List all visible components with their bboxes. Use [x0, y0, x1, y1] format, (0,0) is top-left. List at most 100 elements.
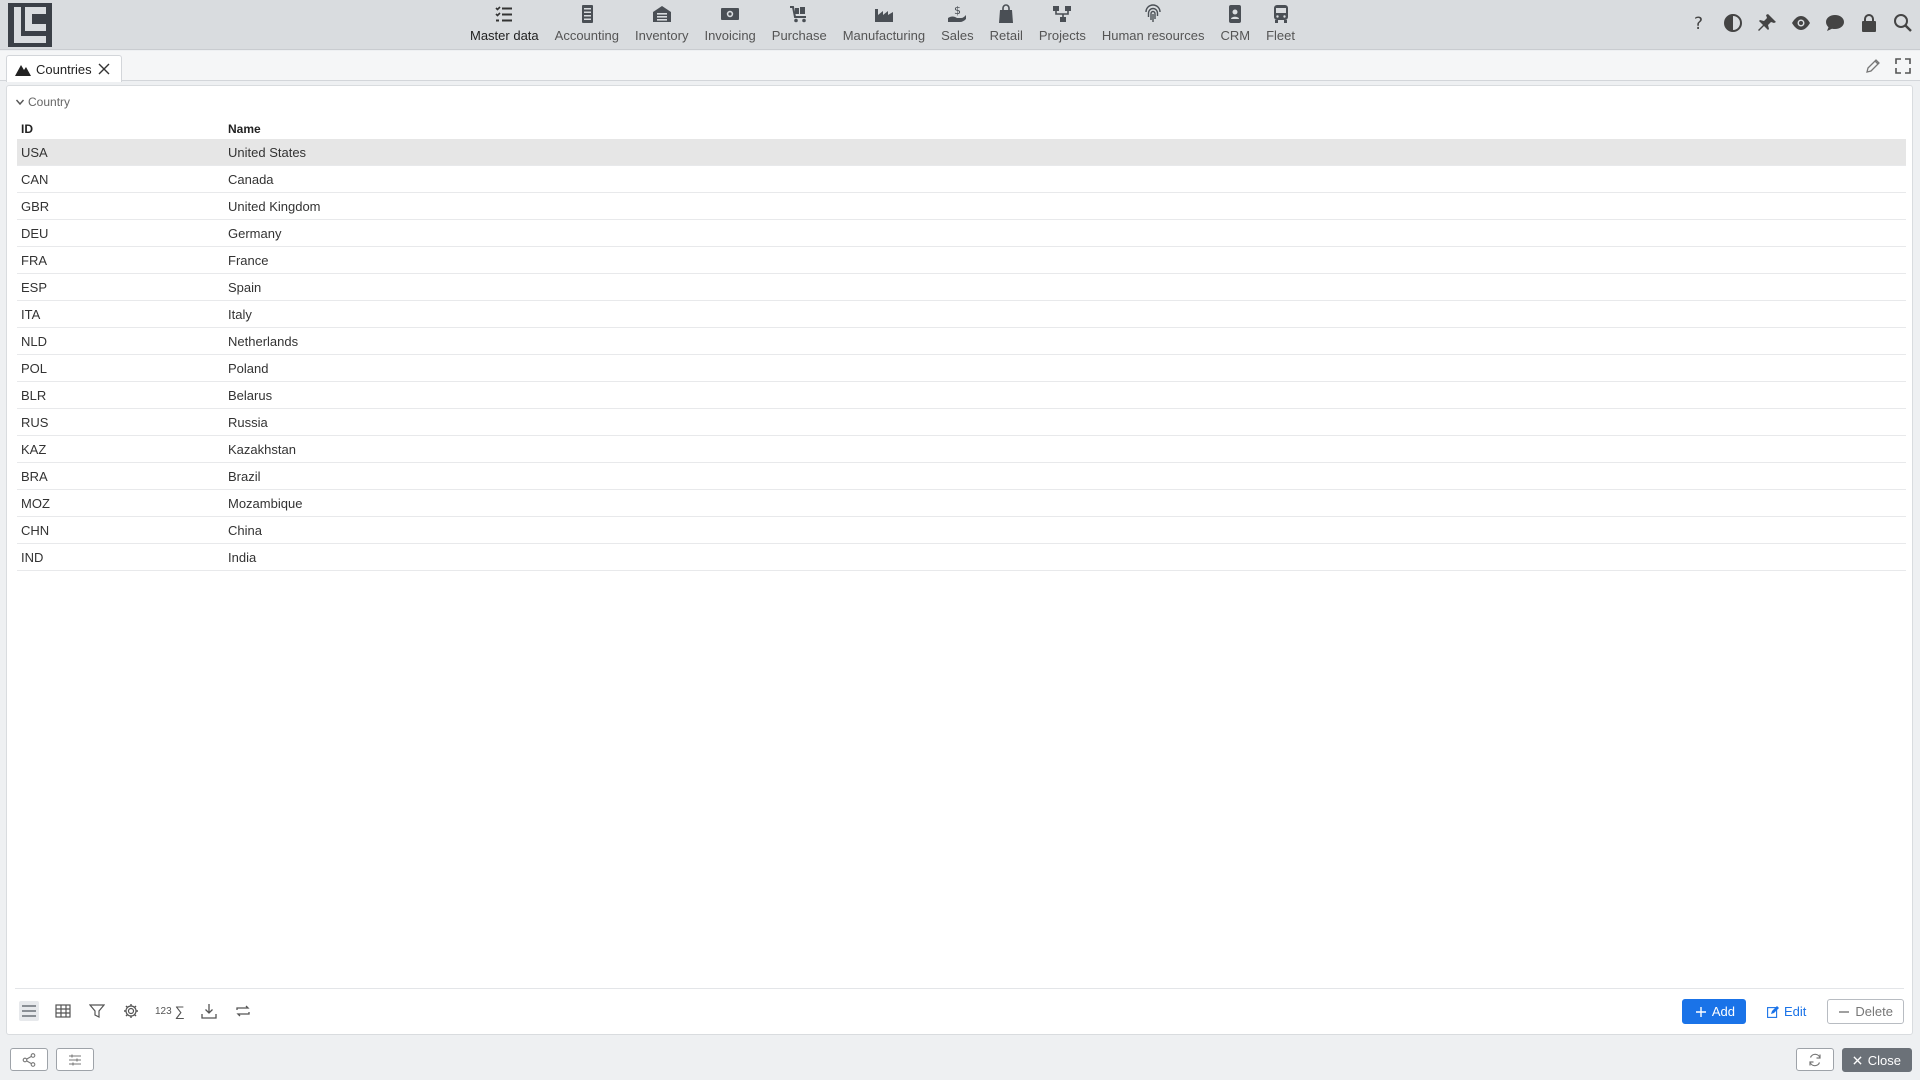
close-icon[interactable]	[97, 62, 111, 76]
cell-id: RUS	[21, 414, 49, 430]
close-button[interactable]: Close	[1841, 1048, 1912, 1072]
share-button[interactable]	[10, 1048, 48, 1071]
table-row[interactable]: ESP Spain	[17, 274, 1906, 301]
summary-button[interactable]: 123 ∑	[155, 1003, 185, 1019]
column-header-name[interactable]: Name	[228, 122, 1906, 136]
edit-button[interactable]: Edit	[1756, 999, 1817, 1024]
cell-id: MOZ	[21, 495, 50, 511]
nav-label: Projects	[1038, 28, 1086, 43]
cell-name: Kazakhstan	[228, 441, 296, 457]
cell-name: India	[228, 549, 257, 565]
watch-button[interactable]	[1790, 12, 1812, 34]
cell-id: FRA	[21, 252, 47, 268]
eye-icon	[1792, 16, 1810, 30]
table-row[interactable]: DEU Germany	[17, 220, 1906, 247]
section-toggle-country[interactable]: Country	[15, 95, 70, 109]
nav-retail[interactable]: Retail	[982, 0, 1031, 50]
column-header-id[interactable]: ID	[17, 122, 228, 136]
fingerprint-icon	[1145, 4, 1161, 22]
table-row[interactable]: NLD Netherlands	[17, 328, 1906, 355]
search-icon	[1894, 14, 1912, 32]
cell-id: IND	[21, 549, 44, 565]
nav-crm[interactable]: CRM	[1212, 0, 1258, 50]
cell-id: DEU	[21, 225, 49, 241]
nav-label: Fleet	[1266, 28, 1295, 43]
chat-button[interactable]	[1824, 12, 1846, 34]
svg-text:?: ?	[1694, 14, 1703, 33]
minus-icon	[1839, 1010, 1850, 1013]
cell-id: CAN	[21, 171, 49, 187]
add-button[interactable]: Add	[1681, 999, 1747, 1024]
table-row[interactable]: CHN China	[17, 517, 1906, 544]
refresh-button[interactable]	[1795, 1048, 1834, 1071]
table-view-button[interactable]	[53, 1001, 73, 1021]
chat-icon	[1826, 15, 1844, 31]
adjust-button[interactable]	[56, 1048, 94, 1071]
delete-button-label: Delete	[1855, 1004, 1893, 1019]
cell-id: GBR	[21, 198, 50, 214]
table-icon	[55, 1004, 71, 1018]
record-actions: Add Edit Delete	[1681, 999, 1904, 1024]
tab-tools	[1864, 57, 1912, 75]
cell-name: Poland	[228, 360, 269, 376]
nav-sales[interactable]: $ Sales	[933, 0, 982, 50]
cell-id: BRA	[21, 468, 48, 484]
table-row[interactable]: CAN Canada	[17, 166, 1906, 193]
table-row[interactable]: BRA Brazil	[17, 463, 1906, 490]
nav-label: Invoicing	[704, 28, 756, 43]
list-view-button[interactable]	[19, 1001, 39, 1021]
svg-text:$: $	[954, 4, 961, 17]
fullscreen-icon[interactable]	[1894, 57, 1912, 75]
nav-invoicing[interactable]: Invoicing	[696, 0, 763, 50]
table-row[interactable]: RUS Russia	[17, 409, 1906, 436]
table-row[interactable]: IND India	[17, 544, 1906, 571]
nav-inventory[interactable]: Inventory	[627, 0, 696, 50]
nav-projects[interactable]: Projects	[1031, 0, 1094, 50]
help-button[interactable]: ?	[1688, 12, 1710, 34]
tab-countries[interactable]: Countries	[6, 55, 122, 82]
settings-button[interactable]	[121, 1001, 141, 1021]
close-icon	[1853, 1055, 1862, 1065]
cell-id: BLR	[21, 387, 47, 403]
sliders-icon	[69, 1054, 81, 1065]
table-row[interactable]: FRA France	[17, 247, 1906, 274]
nav-human-resources[interactable]: Human resources	[1094, 0, 1213, 50]
nav-purchase[interactable]: Purchase	[764, 0, 835, 50]
filter-button[interactable]	[87, 1001, 107, 1021]
nav-label: Inventory	[634, 28, 689, 43]
nav-manufacturing[interactable]: Manufacturing	[835, 0, 933, 50]
tab-label: Countries	[36, 61, 92, 77]
nav-master-data[interactable]: Master data	[462, 0, 547, 50]
cart-icon	[790, 6, 807, 23]
table-row[interactable]: KAZ Kazakhstan	[17, 436, 1906, 463]
nav-accounting[interactable]: Accounting	[547, 0, 627, 50]
pin-button[interactable]	[1756, 12, 1778, 34]
lock-button[interactable]	[1858, 12, 1880, 34]
nav-label: Sales	[941, 28, 974, 43]
sync-button[interactable]	[233, 1001, 253, 1021]
cell-name: Mozambique	[228, 495, 303, 511]
cell-id: ESP	[21, 279, 48, 295]
download-icon	[201, 1004, 217, 1019]
table-row[interactable]: ITA Italy	[17, 301, 1906, 328]
list-icon	[22, 1005, 36, 1017]
global-search-button[interactable]	[1892, 12, 1914, 34]
nav-fleet[interactable]: Fleet	[1258, 0, 1303, 50]
plus-icon	[1695, 1006, 1706, 1017]
cell-id: CHN	[21, 522, 50, 538]
table-row[interactable]: MOZ Mozambique	[17, 490, 1906, 517]
chevron-down-icon	[15, 99, 25, 106]
pencil-icon[interactable]	[1864, 57, 1882, 75]
table-row[interactable]: POL Poland	[17, 355, 1906, 382]
countries-panel: Country ID Name USA United States CAN Canad…	[6, 85, 1913, 1035]
help-icon: ?	[1694, 14, 1703, 33]
table-row[interactable]: USA United States	[17, 139, 1906, 166]
cell-name: Spain	[228, 279, 262, 295]
delete-button[interactable]: Delete	[1827, 999, 1904, 1024]
export-button[interactable]	[199, 1001, 219, 1021]
theme-toggle-button[interactable]	[1722, 12, 1744, 34]
cell-name: Germany	[228, 225, 282, 241]
table-row[interactable]: GBR United Kingdom	[17, 193, 1906, 220]
app-logo[interactable]	[8, 3, 52, 47]
table-row[interactable]: BLR Belarus	[17, 382, 1906, 409]
